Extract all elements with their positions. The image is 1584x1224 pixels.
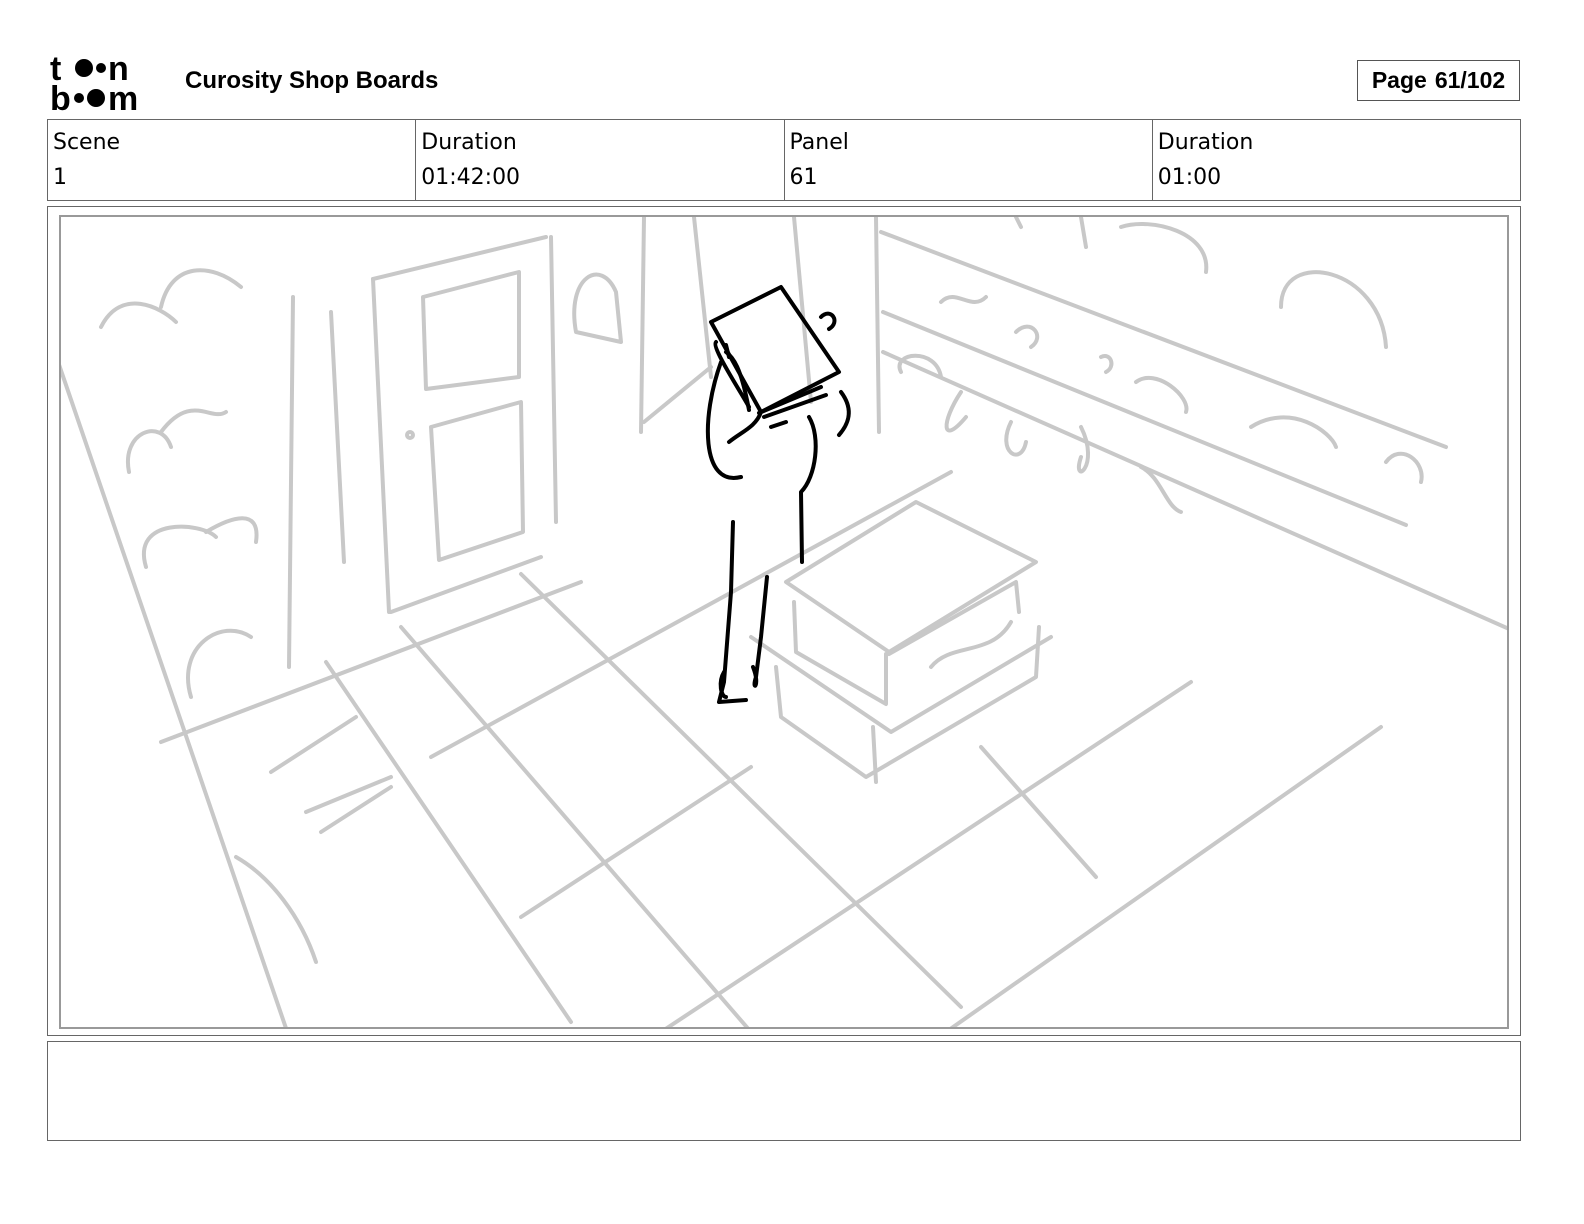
panel-label: Panel (789, 130, 849, 155)
scene-value: 1 (53, 165, 67, 190)
panel-duration-label: Duration (1157, 130, 1254, 155)
panel-notes-box (47, 1041, 1521, 1141)
panel-frame (47, 206, 1521, 1036)
panel-cell: Panel 61 (785, 120, 1153, 200)
panel-info-table: Scene 1 Duration 01:42:00 Panel 61 Durat… (47, 119, 1521, 201)
svg-text:m: m (108, 80, 138, 114)
scene-duration-value: 01:42:00 (421, 165, 521, 190)
scene-duration-label: Duration (421, 130, 517, 155)
svg-text:b: b (50, 80, 71, 114)
project-title: Curosity Shop Boards (185, 67, 439, 94)
storyboard-sketch (59, 215, 1509, 1029)
character-sketch-lines (705, 285, 851, 704)
page-indicator: Page 61/102 (1357, 60, 1520, 101)
panel-duration-value: 01:00 (1157, 165, 1222, 190)
scene-duration-cell: Duration 01:42:00 (416, 120, 785, 200)
panel-duration-cell: Duration 01:00 (1153, 120, 1520, 200)
toonboom-logo: t n b m (50, 50, 165, 118)
page-number: 61/102 (1434, 67, 1506, 93)
scene-cell: Scene 1 (48, 120, 417, 200)
background-sketch-lines (61, 217, 1507, 1027)
scene-label: Scene (53, 130, 121, 155)
panel-value: 61 (789, 165, 818, 190)
page-label: Page (1371, 67, 1427, 93)
